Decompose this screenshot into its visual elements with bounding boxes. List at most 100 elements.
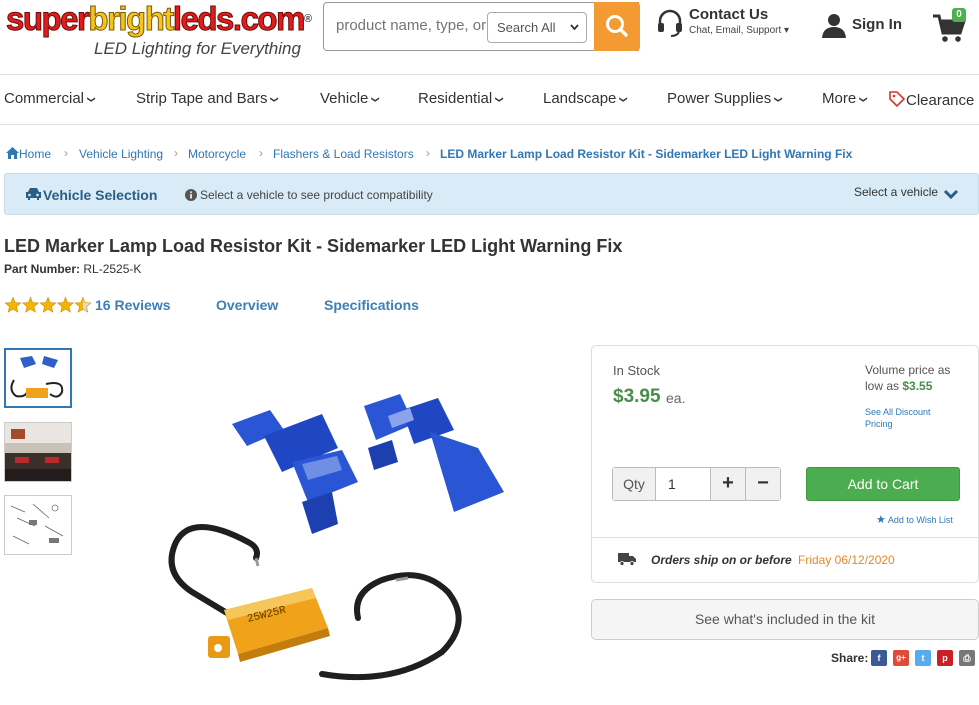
nav-item-clearance[interactable]: Clearance: [888, 90, 974, 109]
logo-text-bright: bright: [88, 0, 175, 37]
contact-title: Contact Us: [689, 6, 769, 23]
share-row: Share: f g+ t p ⎙: [831, 650, 979, 666]
caret-down-icon: ▾: [784, 25, 790, 36]
sign-in-label: Sign In: [852, 16, 902, 33]
twitter-icon[interactable]: t: [915, 650, 931, 666]
tab-overview[interactable]: Overview: [216, 297, 278, 313]
thumbnail-image: [5, 496, 71, 554]
ship-date: Friday 06/12/2020: [798, 553, 895, 567]
nav-item-power-supplies[interactable]: Power Supplies ❯: [667, 90, 783, 107]
reviews-link[interactable]: 16 Reviews: [95, 297, 171, 313]
rating-row: 16 Reviews Overview Specifications: [4, 296, 434, 316]
search-icon: [594, 15, 640, 55]
qty-increase-button[interactable]: +: [710, 468, 745, 500]
breadcrumb-separator: ›: [259, 146, 263, 160]
product-title: LED Marker Lamp Load Resistor Kit - Side…: [4, 236, 623, 256]
quantity-stepper: Qty + −: [612, 467, 781, 501]
thumbnail-image: [5, 423, 71, 481]
headset-icon: [655, 8, 685, 43]
add-to-wish-list-link[interactable]: ★ Add to Wish List: [876, 513, 953, 526]
thumbnail-image: [6, 350, 70, 406]
chevron-down-icon: ❯: [371, 96, 380, 103]
search-bar: Search All: [323, 2, 640, 51]
google-plus-icon[interactable]: g+: [893, 650, 909, 666]
vehicle-selection-bar[interactable]: Vehicle Selection Select a vehicle to se…: [4, 173, 979, 215]
add-to-cart-button[interactable]: Add to Cart: [806, 467, 960, 501]
tab-specifications[interactable]: Specifications: [324, 297, 419, 313]
star-icon: [74, 296, 92, 313]
logo-text-super: super: [5, 0, 90, 37]
facebook-icon[interactable]: f: [871, 650, 887, 666]
breadcrumb-vehicle-lighting[interactable]: Vehicle Lighting: [79, 147, 163, 161]
qty-label: Qty: [613, 468, 656, 500]
part-number-value: RL-2525-K: [83, 262, 142, 276]
nav-item-strip-tape[interactable]: Strip Tape and Bars ❯: [136, 90, 279, 107]
part-number: Part Number: RL-2525-K: [4, 262, 141, 276]
star-icon: [39, 296, 57, 313]
share-label: Share:: [831, 651, 869, 665]
tagline: LED Lighting for Everything: [94, 39, 301, 58]
chevron-down-icon: [569, 13, 580, 54]
select-vehicle-link[interactable]: Select a vehicle: [854, 185, 938, 199]
truck-icon: [618, 552, 636, 569]
cart-button[interactable]: 0: [932, 6, 972, 46]
divider: [592, 537, 978, 538]
pinterest-icon[interactable]: p: [937, 650, 953, 666]
kit-contents-button[interactable]: See what's included in the kit: [591, 599, 979, 640]
discount-pricing-link[interactable]: See All Discount Pricing: [865, 406, 955, 430]
chevron-down-icon: ❯: [86, 96, 96, 103]
purchase-panel: In Stock $3.95 ea. Volume price as low a…: [591, 345, 979, 583]
chevron-down-icon: ❯: [774, 96, 783, 103]
chevron-down-icon: ❯: [495, 96, 504, 103]
thumbnail-2[interactable]: [4, 422, 72, 482]
breadcrumb-current: LED Marker Lamp Load Resistor Kit - Side…: [440, 147, 853, 161]
vehicle-info-text: Select a vehicle to see product compatib…: [200, 188, 433, 202]
site-header: superbrightleds.com® LED Lighting for Ev…: [0, 0, 979, 74]
cart-count-badge: 0: [952, 8, 966, 22]
chevron-down-icon: ❯: [858, 96, 868, 103]
site-logo[interactable]: superbrightleds.com®: [5, 0, 311, 37]
ship-text: Orders ship on or before: [651, 553, 792, 567]
breadcrumb-separator: ›: [174, 146, 178, 160]
wire-tip: [254, 557, 260, 567]
vehicle-selection-title: Vehicle Selection: [43, 187, 158, 203]
search-button[interactable]: [594, 2, 640, 51]
product-image[interactable]: 25W25R: [152, 352, 532, 700]
search-input[interactable]: [336, 17, 486, 34]
info-icon: [185, 188, 197, 206]
search-scope-select[interactable]: Search All: [487, 12, 587, 43]
qty-decrease-button[interactable]: −: [745, 468, 780, 500]
thumbnail-3[interactable]: [4, 495, 72, 555]
print-icon[interactable]: ⎙: [959, 650, 975, 666]
breadcrumb-flashers[interactable]: Flashers & Load Resistors: [273, 147, 414, 161]
chevron-down-icon: ❯: [619, 96, 629, 103]
sign-in-link[interactable]: Sign In: [821, 10, 911, 40]
search-scope-value: Search All: [497, 20, 556, 35]
wire-tip: [395, 576, 409, 582]
chevron-down-icon: [943, 187, 959, 205]
star-rating[interactable]: [4, 296, 92, 319]
nav-item-more[interactable]: More ❯: [822, 90, 868, 107]
star-icon: [56, 296, 75, 313]
logo-text-leds: leds: [172, 0, 235, 37]
nav-item-vehicle[interactable]: Vehicle ❯: [320, 90, 380, 107]
volume-price: Volume price as low as $3.55: [865, 362, 965, 394]
star-icon: [21, 296, 40, 313]
stock-status: In Stock: [613, 363, 660, 378]
main-nav: Commercial ❯ Strip Tape and Bars ❯ Vehicle…: [0, 74, 979, 125]
breadcrumb-motorcycle[interactable]: Motorcycle: [188, 147, 246, 161]
breadcrumb-separator: ›: [426, 146, 430, 160]
breadcrumb-home[interactable]: Home: [6, 147, 51, 161]
home-icon: [6, 147, 19, 159]
breadcrumb: Home › Vehicle Lighting › Motorcycle › F…: [6, 146, 966, 165]
nav-item-commercial[interactable]: Commercial ❯: [4, 90, 96, 107]
qty-input[interactable]: [657, 468, 709, 500]
contact-us[interactable]: Contact Us Chat, Email, Support ▾: [655, 6, 815, 42]
nav-item-landscape[interactable]: Landscape ❯: [543, 90, 628, 107]
nav-item-residential[interactable]: Residential ❯: [418, 90, 504, 107]
thumbnail-1[interactable]: [4, 348, 72, 408]
volume-price-value: $3.55: [902, 379, 933, 393]
logo-registered-mark: ®: [303, 13, 312, 25]
star-icon: [4, 296, 22, 313]
car-icon: [25, 187, 42, 206]
